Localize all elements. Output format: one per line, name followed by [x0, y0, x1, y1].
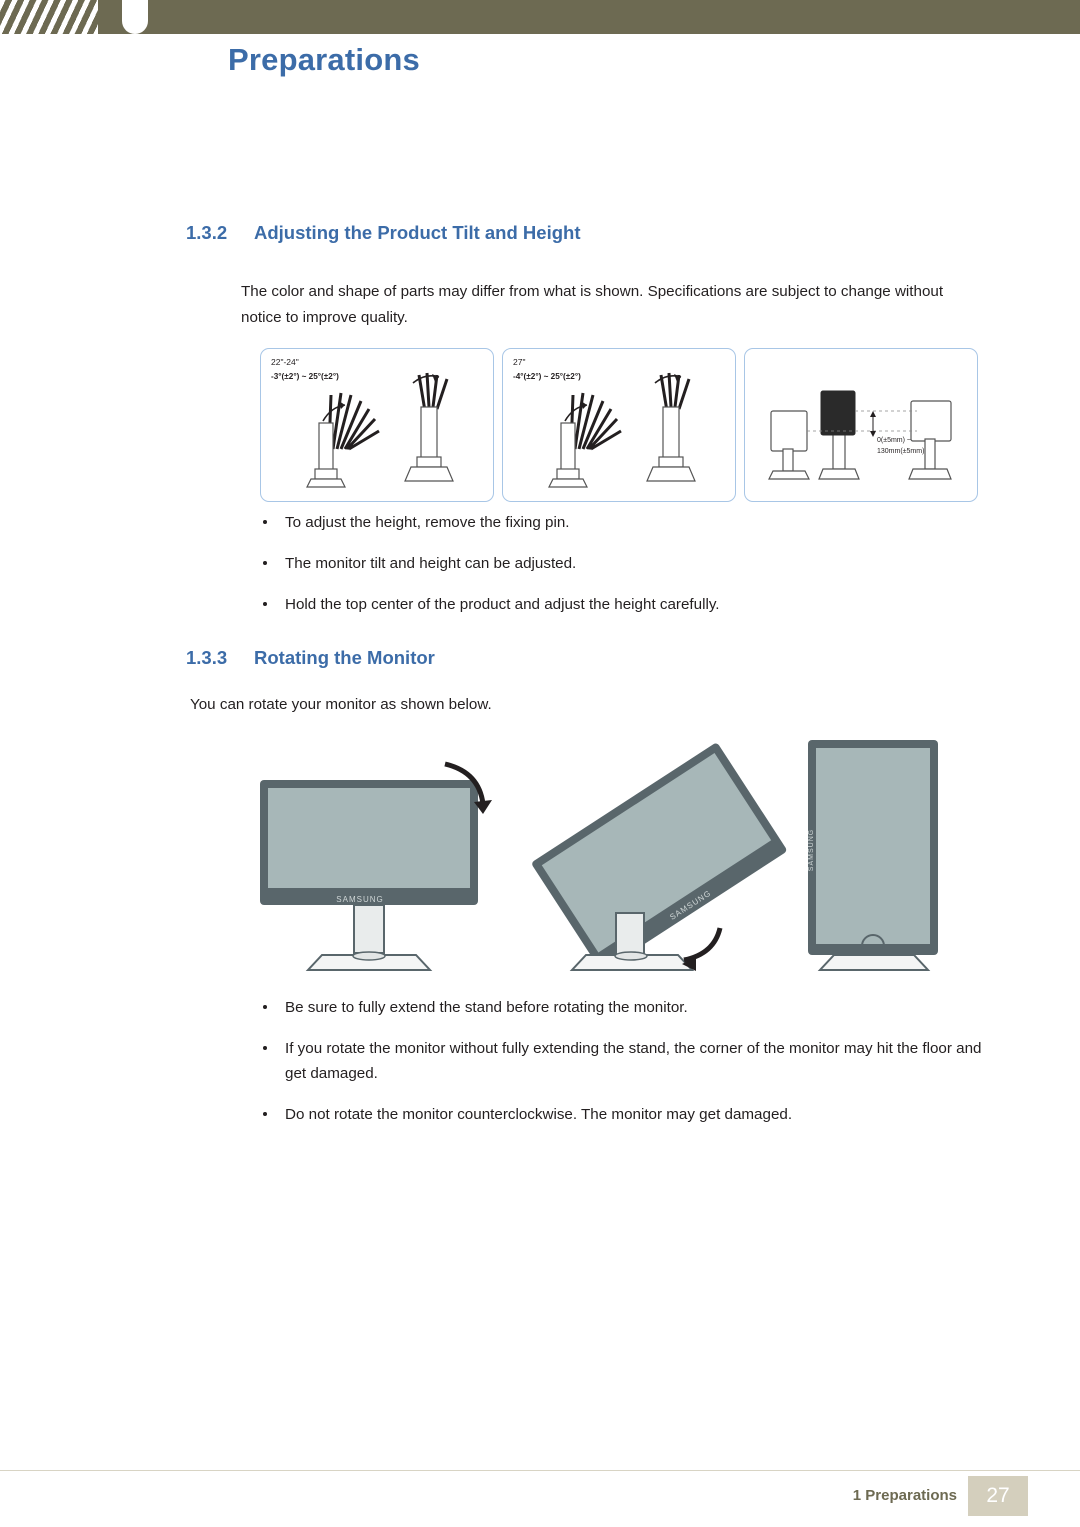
figure-illustration-3: [768, 390, 952, 480]
figure-height-range: 0(±5mm) ~ 130mm(±5mm): [744, 348, 978, 502]
svg-text:SAMSUNG: SAMSUNG: [808, 829, 815, 871]
section-title-132: Adjusting the Product Tilt and Height: [254, 222, 581, 243]
svg-text:SAMSUNG: SAMSUNG: [336, 895, 383, 904]
list-item: Hold the top center of the product and a…: [241, 592, 981, 617]
footer-divider: [0, 1470, 1080, 1471]
list-item: Do not rotate the monitor counterclockwi…: [241, 1102, 986, 1127]
bullet-list-rotating: Be sure to fully extend the stand before…: [241, 995, 986, 1143]
list-item: To adjust the height, remove the fixing …: [241, 510, 981, 535]
rotating-monitor-illustration: SAMSUNG SAMSUNG SAMSUNG: [260, 740, 938, 971]
list-item: If you rotate the monitor without fully …: [241, 1036, 986, 1086]
header-hatch-decoration: [0, 0, 98, 34]
figure-rotating-monitor: SAMSUNG SAMSUNG SAMSUNG: [250, 730, 950, 980]
bullet-list-tilt-height: To adjust the height, remove the fixing …: [241, 510, 981, 633]
section-heading-132: 1.3.2 Adjusting the Product Tilt and Heig…: [186, 222, 580, 244]
footer-page-number: 27: [986, 1484, 1010, 1507]
header-band: [0, 0, 1080, 34]
page-title: Preparations: [228, 42, 420, 77]
list-item: Be sure to fully extend the stand before…: [241, 995, 986, 1020]
figure-illustration-1: [306, 372, 454, 488]
header-notch-decoration: [122, 0, 148, 34]
figure-illustration-2: [548, 372, 696, 488]
section-number-133: 1.3.3: [186, 647, 228, 668]
figure-tilt-22-24: 22"-24" -3°(±2°) ~ 25°(±2°): [260, 348, 494, 502]
footer-chapter-label: 1 Preparations: [852, 1487, 957, 1504]
section-133-intro: You can rotate your monitor as shown bel…: [190, 696, 492, 713]
figure-tilt-27: 27" -4°(±2°) ~ 25°(±2°): [502, 348, 736, 502]
section-heading-133: 1.3.3 Rotating the Monitor: [186, 647, 435, 669]
section-title-133: Rotating the Monitor: [254, 647, 435, 668]
list-item: The monitor tilt and height can be adjus…: [241, 551, 981, 576]
section-number-132: 1.3.2: [186, 222, 228, 243]
section-132-intro: The color and shape of parts may differ …: [241, 283, 944, 326]
